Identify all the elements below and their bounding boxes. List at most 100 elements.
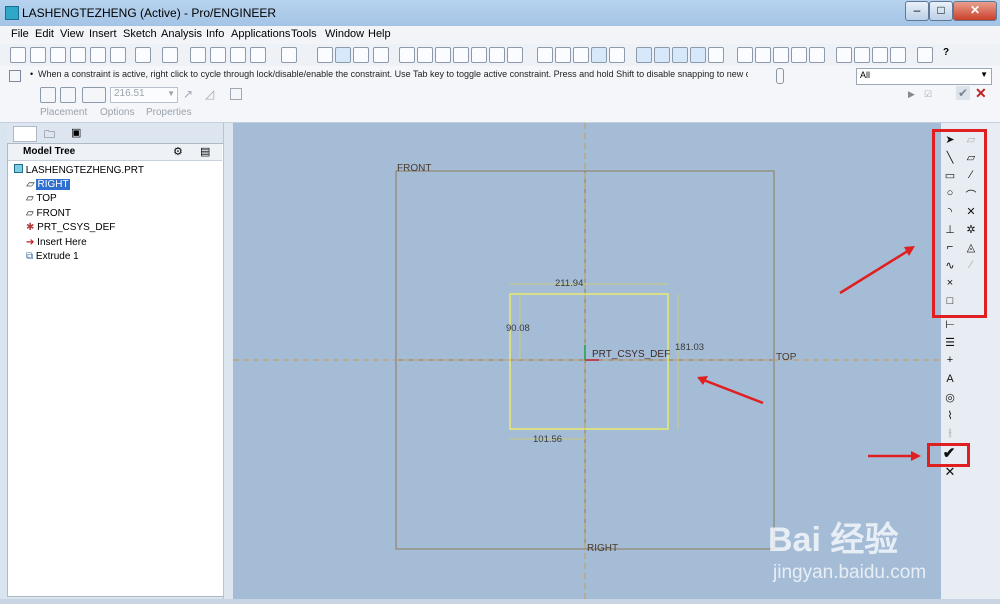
flip-direction-icon[interactable]: ↗	[183, 87, 193, 101]
folder-browser-icon[interactable]: 🗀	[44, 126, 58, 141]
layers-icon[interactable]	[489, 47, 505, 63]
selection-box-icon[interactable]	[281, 47, 297, 63]
dimension-icon[interactable]: ⊢	[943, 318, 957, 331]
menu-file[interactable]: File	[11, 28, 29, 40]
ok-check-icon[interactable]: ✔	[942, 444, 956, 462]
scale-rotate-icon[interactable]: ✲	[964, 223, 978, 236]
maximize-button[interactable]: □	[929, 1, 953, 21]
save-icon[interactable]	[50, 47, 66, 63]
tree-settings-icon[interactable]: ▤	[200, 145, 210, 158]
copy-icon[interactable]	[110, 47, 126, 63]
sketch-tool-icon[interactable]	[737, 47, 753, 63]
menu-insert[interactable]: Insert	[89, 28, 117, 40]
favorites-icon[interactable]: ▣	[71, 126, 85, 140]
sketch-view-icon[interactable]	[317, 47, 333, 63]
regenerate-icon[interactable]	[230, 47, 246, 63]
palette-shape-icon[interactable]: ◎	[943, 391, 957, 404]
menu-analysis[interactable]: Analysis	[161, 28, 202, 40]
use-edge-icon[interactable]: □	[943, 295, 957, 307]
sketch-rectangle[interactable]	[509, 293, 669, 430]
minimize-button[interactable]: –	[905, 1, 929, 21]
tab-placement[interactable]: Placement	[40, 107, 87, 118]
point-icon[interactable]: ×	[943, 277, 957, 289]
select-more-icon[interactable]: ▱	[964, 133, 978, 146]
appearance-icon[interactable]	[609, 47, 625, 63]
palette-icon[interactable]: ◬	[964, 241, 978, 254]
csys-tool-icon[interactable]	[809, 47, 825, 63]
find-icon[interactable]	[250, 47, 266, 63]
shaded-icon[interactable]	[591, 47, 607, 63]
height-dimension[interactable]: 181.03	[675, 342, 704, 353]
datum-axes-icon[interactable]	[654, 47, 670, 63]
paste-icon[interactable]	[210, 47, 226, 63]
fillet-icon[interactable]: ⊥	[943, 223, 957, 236]
spline-icon[interactable]: ∿	[943, 259, 957, 272]
close-button[interactable]: ✕	[953, 1, 997, 21]
tree-item-right[interactable]: ▱ RIGHT	[26, 179, 70, 190]
select-icon[interactable]: ➤	[943, 133, 957, 146]
menu-edit[interactable]: Edit	[35, 28, 54, 40]
select-icon-a[interactable]	[836, 47, 852, 63]
email-icon[interactable]	[90, 47, 106, 63]
menu-help[interactable]: Help	[368, 28, 391, 40]
datum-points-icon[interactable]	[672, 47, 688, 63]
apply-check-icon[interactable]: ✔	[956, 86, 970, 100]
cancel-sketch-icon[interactable]: ✕	[943, 464, 957, 480]
menu-applications[interactable]: Applications	[231, 28, 290, 40]
redo-icon[interactable]	[162, 47, 178, 63]
depth-input[interactable]: 216.51 ▼	[110, 87, 178, 103]
tree-item-csys[interactable]: ✱ PRT_CSYS_DEF	[26, 222, 115, 233]
no-hidden-icon[interactable]	[573, 47, 589, 63]
sketch-tool-extra-icon[interactable]: ⁄	[964, 259, 978, 271]
undo-icon[interactable]	[135, 47, 151, 63]
pause-icon[interactable]: ▶	[908, 89, 915, 100]
solid-icon[interactable]	[40, 87, 56, 103]
depth-option-icon[interactable]	[82, 87, 106, 103]
refit-icon[interactable]	[435, 47, 451, 63]
constraint-icon[interactable]: +	[943, 354, 957, 366]
mirror-tool-icon[interactable]: ⫲	[943, 427, 957, 440]
centerline-tangent-icon[interactable]: ▱	[964, 151, 978, 164]
mirror-icon[interactable]: ⌒	[964, 187, 978, 203]
tree-filter-icon[interactable]: ⚙	[173, 145, 183, 158]
chamfer-icon[interactable]: ⌐	[943, 241, 957, 253]
reorient-icon[interactable]	[453, 47, 469, 63]
menu-view[interactable]: View	[60, 28, 84, 40]
datum-axis-tool-icon[interactable]	[773, 47, 789, 63]
datum-point-tool-icon[interactable]	[791, 47, 807, 63]
saved-views-icon[interactable]	[471, 47, 487, 63]
thicken-icon[interactable]	[230, 88, 242, 100]
display-vertices-icon[interactable]	[353, 47, 369, 63]
filter-select[interactable]: All ▼	[856, 68, 992, 85]
context-help-icon[interactable]: ?	[943, 47, 957, 61]
hidden-line-icon[interactable]	[555, 47, 571, 63]
tree-item-extrude[interactable]: ⧉ Extrude 1	[26, 251, 79, 262]
select-icon-d[interactable]	[890, 47, 906, 63]
text-icon[interactable]: A	[943, 373, 957, 385]
new-icon[interactable]	[10, 47, 26, 63]
datum-plane-tool-icon[interactable]	[755, 47, 771, 63]
remove-material-icon[interactable]: ◿	[205, 87, 214, 101]
shading-icon[interactable]	[373, 47, 389, 63]
print-icon[interactable]	[70, 47, 86, 63]
rectangle-icon[interactable]: ▭	[943, 169, 957, 182]
divide-icon[interactable]: ✕	[964, 205, 978, 218]
menu-tools[interactable]: Tools	[291, 28, 317, 40]
menu-sketch[interactable]: Sketch	[123, 28, 157, 40]
tree-item-front[interactable]: ▱ FRONT	[26, 208, 71, 219]
select-icon-b[interactable]	[854, 47, 870, 63]
zoom-in-icon[interactable]	[399, 47, 415, 63]
annotations-icon[interactable]	[708, 47, 724, 63]
cut-icon[interactable]	[190, 47, 206, 63]
tab-options[interactable]: Options	[100, 107, 134, 118]
zoom-out-icon[interactable]	[417, 47, 433, 63]
view-manager-icon[interactable]	[507, 47, 523, 63]
width-dimension[interactable]: 211.94	[555, 278, 583, 289]
open-icon[interactable]	[30, 47, 46, 63]
line-icon[interactable]: ╲	[943, 151, 957, 164]
tab-properties[interactable]: Properties	[146, 107, 192, 118]
cancel-x-icon[interactable]: ✕	[975, 85, 987, 102]
tab-model-tree[interactable]	[13, 126, 37, 142]
arc-icon[interactable]: ◝	[943, 205, 957, 218]
analysis-tool-icon[interactable]	[917, 47, 933, 63]
